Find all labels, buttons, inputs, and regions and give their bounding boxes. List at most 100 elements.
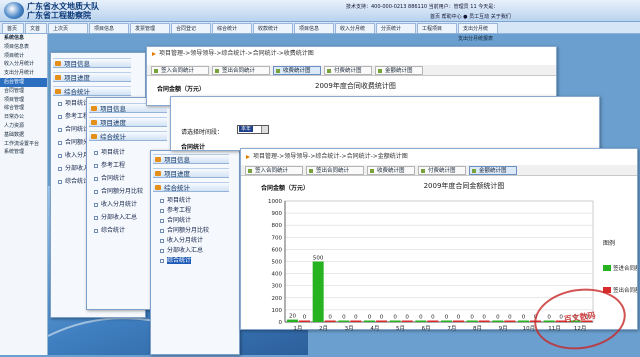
chevron-down-icon[interactable] — [261, 126, 268, 133]
folder-icon — [155, 171, 161, 176]
menu-item-2[interactable]: 综合统计 — [53, 86, 131, 96]
tab-8[interactable]: 项目信息 — [294, 23, 334, 33]
doc-icon — [160, 209, 164, 213]
sub-item-1[interactable]: 参考工程 — [93, 161, 125, 170]
sub-item-2[interactable]: 合同统计 — [93, 174, 125, 183]
x-tick-label: 8月 — [473, 325, 482, 331]
period-select[interactable]: 本年 — [237, 125, 269, 134]
tab-strip: 首页 文首 上次页 项目信息 发票管理 合同登记 综合统计 收款统计 项目信息 收入分月统 分页统计… — [0, 22, 640, 34]
sidebar-item-2[interactable]: 收入分月统计 — [0, 60, 47, 69]
sidebar-item-3[interactable]: 支出分月统计 — [0, 69, 47, 78]
sidebar-item-1[interactable]: 项目统计 — [0, 52, 47, 61]
menu-item-label: 综合统计 — [100, 133, 126, 141]
y-tick-label: 0 — [279, 320, 283, 326]
sidebar-item-9[interactable]: 人力资源 — [0, 122, 47, 131]
folder-icon — [55, 61, 61, 66]
toolbar-button-0[interactable]: 签入合同统计 — [245, 166, 303, 175]
tab-4[interactable]: 发票管理 — [130, 23, 170, 33]
period-label: 请选择时间段： — [181, 129, 224, 136]
bar-0-4 — [389, 320, 401, 322]
sub-item-6[interactable]: 综合统计 — [93, 226, 125, 235]
x-tick-label: 2月 — [319, 325, 328, 331]
toolbar-button-2[interactable]: 收费统计图 — [367, 166, 415, 175]
bar-1-6 — [453, 320, 464, 322]
bar-1-4 — [401, 320, 413, 322]
unit-label: 合同金额（万元） — [157, 86, 206, 93]
folder-icon — [55, 89, 61, 94]
top-links[interactable]: 首页 帮助中心 ● 员工互动 关于我们 — [430, 13, 511, 20]
sub-item-2[interactable]: 合同统计 — [159, 216, 191, 225]
tab-0[interactable]: 首页 — [2, 23, 24, 33]
tab-12[interactable]: 支出分月统 — [458, 23, 498, 33]
tab-10[interactable]: 分页统计 — [376, 23, 416, 33]
sub-item-4[interactable]: 收入分月统计 — [93, 200, 137, 209]
bar-1-5 — [427, 320, 439, 322]
tab-7[interactable]: 收款统计 — [253, 23, 293, 33]
toolbar-button-0[interactable]: 签入合同统计 — [151, 66, 209, 75]
org-logo-icon — [4, 2, 24, 19]
sub-item-3[interactable]: 合同额分月比较 — [159, 226, 209, 235]
sub-item-label: 合同额分月比较 — [167, 227, 210, 234]
sub-item-label: 参考工程 — [101, 162, 126, 169]
sub-item-4[interactable]: 收入分月统计 — [159, 236, 203, 245]
toolbar-button-4[interactable]: 金额统计图 — [469, 166, 517, 175]
y-tick-label: 200 — [272, 296, 283, 302]
doc-icon — [160, 249, 164, 253]
menu-item-2[interactable]: 综合统计 — [89, 131, 167, 141]
sidebar-item-11[interactable]: 工作流设置平台 — [0, 140, 47, 149]
tab-6[interactable]: 综合统计 — [212, 23, 252, 33]
menu-item-2[interactable]: 综合统计 — [153, 182, 229, 192]
sidebar-item-12[interactable]: 系统管理 — [0, 148, 47, 157]
legend-label: 签进合同额 — [613, 264, 637, 272]
menu-item-1[interactable]: 项目进度 — [89, 117, 167, 127]
sub-item-5[interactable]: 分部收入汇总 — [93, 213, 137, 222]
sub-item-6[interactable]: 综合统计 — [159, 256, 192, 265]
y-tick-label: 400 — [272, 272, 283, 278]
sub-item-6[interactable]: 综合统计 — [57, 177, 89, 186]
tab-2[interactable]: 上次页 — [48, 23, 88, 33]
sidebar-item-10[interactable]: 基础数据 — [0, 131, 47, 140]
doc-icon — [58, 115, 62, 119]
bar-value-label: 0 — [482, 315, 486, 321]
bar-1-7 — [478, 320, 490, 322]
sub-item-2[interactable]: 合同统计 — [57, 125, 89, 134]
sub-item-1[interactable]: 参考工程 — [57, 112, 89, 121]
toolbar-button-1[interactable]: 签出合同统计 — [306, 166, 364, 175]
legend-title: 图例 — [603, 239, 615, 247]
toolbar-button-2[interactable]: 收费统计图 — [273, 66, 321, 75]
bar-1-8 — [504, 320, 516, 322]
tab-9[interactable]: 收入分月统 — [335, 23, 375, 33]
x-tick-label: 9月 — [499, 325, 508, 331]
sidebar-item-4[interactable]: 后台管理 — [0, 77, 47, 87]
sub-item-5[interactable]: 分部收入汇总 — [159, 246, 203, 255]
sub-item-label: 分部收入汇总 — [101, 214, 138, 221]
menu-item-0[interactable]: 项目信息 — [53, 58, 131, 68]
sidebar-item-7[interactable]: 综合管理 — [0, 104, 47, 113]
toolbar-button-4[interactable]: 金额统计图 — [375, 66, 423, 75]
sidebar-item-8[interactable]: 日常办公 — [0, 113, 47, 122]
tab-3[interactable]: 项目信息 — [89, 23, 129, 33]
x-tick-label: 6月 — [422, 325, 431, 331]
sidebar-item-0[interactable]: 项目信息表 — [0, 43, 47, 52]
sub-item-0[interactable]: 项目统计 — [159, 196, 191, 205]
menu-item-1[interactable]: 项目进度 — [53, 72, 131, 82]
menu-item-0[interactable]: 项目信息 — [153, 154, 229, 164]
doc-icon — [160, 259, 164, 263]
bar-value-label: 0 — [405, 315, 409, 321]
sidebar: 系统信息 项目信息表 项目统计 收入分月统计 支出分月统计 后台管理 合同管理 项目管理 综合… — [0, 34, 48, 355]
toolbar-button-1[interactable]: 签出合同统计 — [212, 66, 270, 75]
sidebar-item-5[interactable]: 合同管理 — [0, 87, 47, 96]
sidebar-item-6[interactable]: 项目管理 — [0, 96, 47, 105]
menu-item-1[interactable]: 项目进度 — [153, 168, 229, 178]
toolbar-button-3[interactable]: 付费统计图 — [418, 166, 466, 175]
sub-item-3[interactable]: 合同额分月比较 — [93, 187, 143, 196]
tab-1[interactable]: 文首 — [25, 23, 47, 33]
sub-item-0[interactable]: 项目统计 — [93, 148, 125, 157]
tab-5[interactable]: 合同登记 — [171, 23, 211, 33]
sub-item-0[interactable]: 项目统计 — [57, 99, 89, 108]
y-tick-label: 600 — [272, 247, 283, 253]
doc-icon — [58, 167, 62, 171]
tab-11[interactable]: 工程项目 — [417, 23, 457, 33]
toolbar-button-3[interactable]: 付费统计图 — [324, 66, 372, 75]
sub-item-1[interactable]: 参考工程 — [159, 206, 191, 215]
